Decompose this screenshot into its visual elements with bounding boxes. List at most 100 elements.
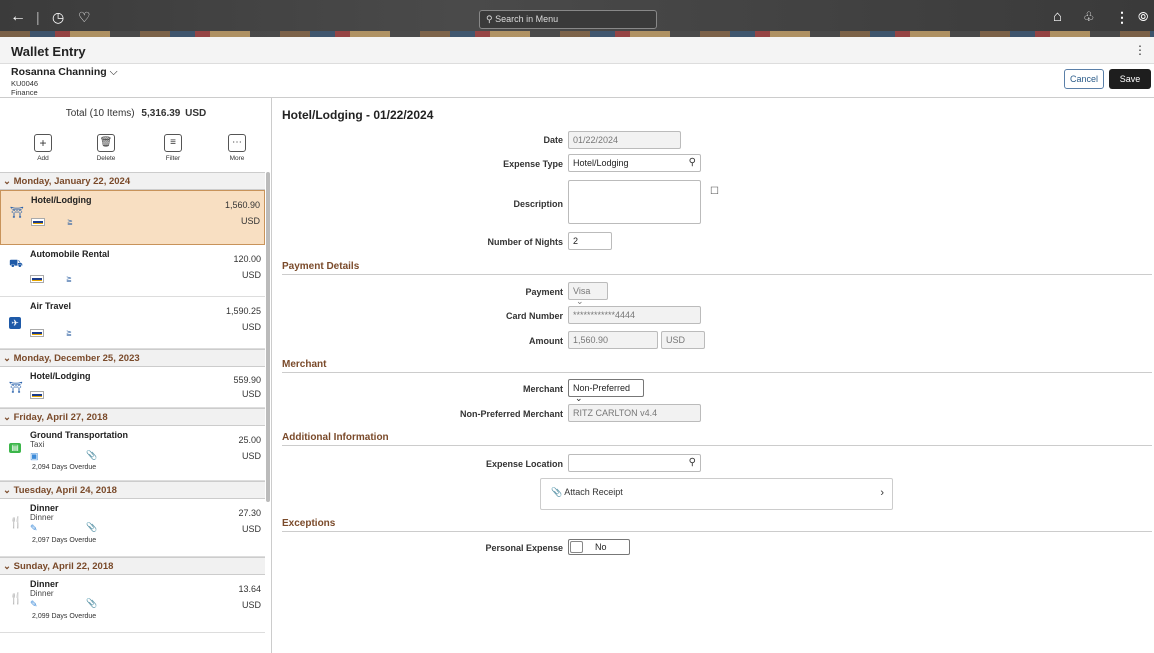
- description-field[interactable]: [568, 180, 701, 224]
- item-amount: 120.00: [233, 254, 261, 264]
- chevron-right-icon: ›: [880, 487, 884, 499]
- attach-receipt-button[interactable]: 📎 Attach Receipt ›: [540, 478, 893, 510]
- item-name: Automobile Rental: [30, 249, 110, 259]
- item-amount: 559.90: [233, 375, 261, 385]
- item-name: Hotel/Lodging: [30, 371, 91, 381]
- npm-field[interactable]: RITZ CARLTON v4.4: [568, 404, 701, 422]
- item-name: Hotel/Lodging: [31, 195, 92, 205]
- personal-expense-label: Personal Expense: [485, 543, 563, 553]
- spellcheck-icon[interactable]: ☐: [710, 186, 719, 197]
- history-icon[interactable]: ◷: [52, 7, 64, 27]
- item-amount: 1,590.25: [225, 306, 261, 316]
- group-date: Monday, January 22, 2024: [13, 176, 131, 187]
- airplane-icon: ✈: [9, 317, 21, 329]
- payment-value: Visa: [573, 286, 591, 296]
- save-button[interactable]: Save: [1109, 69, 1151, 89]
- add-label: Add: [37, 155, 49, 162]
- heart-icon[interactable]: ♡: [78, 7, 91, 27]
- page-actions-icon[interactable]: ⋮: [1134, 43, 1146, 57]
- personal-expense-toggle[interactable]: No: [568, 539, 630, 555]
- delete-button[interactable]: 🗑 Delete: [86, 134, 126, 162]
- item-name: Dinner: [30, 503, 59, 513]
- bell-icon[interactable]: ♧: [1083, 7, 1095, 27]
- more-button[interactable]: ⋯ More: [217, 134, 257, 162]
- split-icon: ≧: [66, 330, 72, 337]
- user-name-dropdown[interactable]: Rosanna Channing ⌵: [11, 66, 118, 79]
- list-item[interactable]: 🍴 Dinner Dinner 13.64 USD ✎ 📎 2,099 Days…: [0, 575, 265, 633]
- visa-card-icon: [30, 275, 44, 283]
- item-subtype: Dinner: [30, 589, 54, 598]
- split-icon: ≧: [66, 276, 72, 283]
- list-item[interactable]: ⛟ Automobile Rental 120.00 USD ≧: [0, 245, 265, 297]
- list-item[interactable]: ⛩ Hotel/Lodging 559.90 USD: [0, 367, 265, 408]
- total-currency: USD: [185, 108, 207, 119]
- add-button[interactable]: + Add: [23, 134, 63, 162]
- date-label: Date: [543, 135, 563, 145]
- kebab-icon[interactable]: ⋮: [1115, 7, 1129, 27]
- date-group-header[interactable]: ⌄ Sunday, April 22, 2018: [0, 557, 265, 575]
- search-icon[interactable]: ⚲: [689, 457, 696, 468]
- search-icon[interactable]: ⚲: [689, 157, 696, 168]
- expense-location-field[interactable]: ⚲: [568, 454, 701, 472]
- merchant-select[interactable]: Non-Preferred ⌄: [568, 379, 644, 403]
- merchant-label: Merchant: [522, 384, 563, 394]
- visa-card-icon: [30, 329, 44, 337]
- list-scrollbar[interactable]: [266, 172, 270, 502]
- user-department: Finance: [11, 88, 38, 97]
- date-group-header[interactable]: ⌄ Friday, April 27, 2018: [0, 408, 265, 426]
- merchant-value: Non-Preferred: [573, 383, 631, 393]
- expense-type-field[interactable]: Hotel/Lodging ⚲: [568, 154, 701, 172]
- cancel-button[interactable]: Cancel: [1064, 69, 1104, 89]
- attachment-icon: 📎: [86, 522, 98, 532]
- expense-type-value: Hotel/Lodging: [573, 158, 629, 168]
- nights-label: Number of Nights: [487, 237, 564, 247]
- item-currency: USD: [241, 270, 261, 280]
- date-group-header[interactable]: ⌄ Monday, January 22, 2024: [0, 172, 265, 190]
- card-number-label: Card Number: [505, 311, 563, 321]
- group-date: Sunday, April 22, 2018: [13, 561, 114, 572]
- edit-note-icon: ✎: [30, 599, 38, 609]
- filter-label: Filter: [165, 155, 181, 162]
- card-number-field[interactable]: ************4444: [568, 306, 701, 324]
- home-icon[interactable]: ⌂: [1053, 7, 1062, 27]
- list-item[interactable]: ⛩ Hotel/Lodging 1,560.90 USD ≧: [0, 190, 265, 245]
- search-input[interactable]: ⚲ Search in Menu: [479, 10, 657, 29]
- payment-label: Payment: [525, 287, 563, 297]
- compass-icon[interactable]: ⦾: [1138, 7, 1148, 27]
- back-arrow-icon[interactable]: ←: [10, 7, 26, 27]
- item-subtype: Taxi: [30, 440, 45, 449]
- list-item[interactable]: 🍴 Dinner Dinner 27.30 USD ✎ 📎 2,097 Days…: [0, 499, 265, 557]
- bus-icon: ▤: [9, 443, 21, 453]
- date-group-header[interactable]: ⌄ Tuesday, April 24, 2018: [0, 481, 265, 499]
- user-bar: Rosanna Channing ⌵ KU0046 Finance: [0, 64, 1154, 98]
- overdue-text: 2,094 Days Overdue: [32, 464, 97, 471]
- edit-note-icon: ✎: [30, 523, 38, 533]
- page-title: Wallet Entry: [11, 44, 86, 59]
- wallet-list: ⌄ Monday, January 22, 2024 ⛩ Hotel/Lodgi…: [0, 172, 265, 633]
- list-item[interactable]: ✈ Air Travel 1,590.25 USD ≧: [0, 297, 265, 349]
- detail-title: Hotel/Lodging - 01/22/2024: [282, 108, 434, 122]
- group-date: Monday, December 25, 2023: [13, 353, 140, 364]
- payment-section-header: Payment Details: [282, 261, 1152, 275]
- expense-type-label: Expense Type: [503, 159, 563, 169]
- item-name: Dinner: [30, 579, 59, 589]
- payment-select[interactable]: Visa ⌄: [568, 282, 608, 306]
- item-amount: 27.30: [238, 508, 261, 518]
- nights-field[interactable]: 2: [568, 232, 612, 250]
- item-currency: USD: [241, 451, 261, 461]
- merchant-section-header: Merchant: [282, 359, 1152, 373]
- item-subtype: Dinner: [30, 513, 54, 522]
- item-name: Air Travel: [30, 301, 72, 311]
- item-name: Ground Transportation: [30, 430, 128, 440]
- filter-button[interactable]: ≡ Filter: [153, 134, 193, 162]
- amount-field[interactable]: 1,560.90: [568, 331, 658, 349]
- utensils-icon: 🍴: [9, 517, 23, 529]
- item-amount: 13.64: [238, 584, 261, 594]
- amount-currency-field[interactable]: USD: [661, 331, 705, 349]
- trash-icon: 🗑: [97, 134, 115, 152]
- date-group-header[interactable]: ⌄ Monday, December 25, 2023: [0, 349, 265, 367]
- list-item[interactable]: ▤ Ground Transportation Taxi 25.00 USD ▣…: [0, 426, 265, 481]
- visa-card-icon: [30, 391, 44, 399]
- date-field[interactable]: 01/22/2024: [568, 131, 681, 149]
- item-currency: USD: [241, 524, 261, 534]
